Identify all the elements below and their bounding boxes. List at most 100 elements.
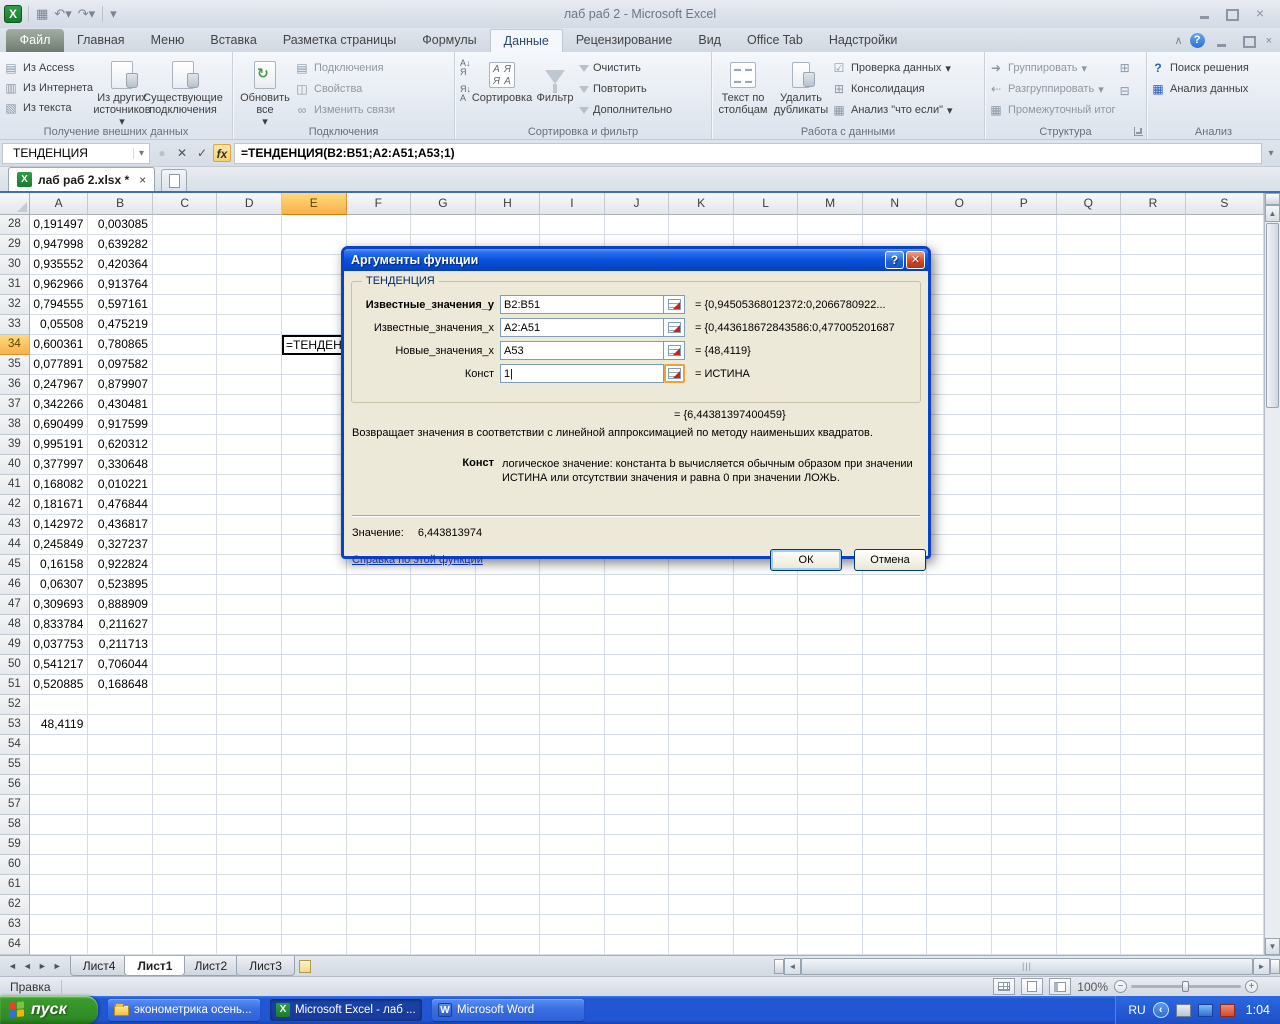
column-header-J[interactable]: J	[604, 193, 670, 215]
cell-A57[interactable]	[29, 795, 89, 815]
cell-B53[interactable]	[88, 715, 153, 735]
cell-D55[interactable]	[217, 755, 283, 775]
tab-file[interactable]: Файл	[6, 29, 64, 52]
cell-O52[interactable]	[927, 695, 993, 715]
document-tab-active[interactable]: X лаб раб 2.xlsx * ×	[8, 167, 156, 191]
cell-P58[interactable]	[992, 815, 1057, 835]
cell-C38[interactable]	[152, 415, 218, 435]
cell-C46[interactable]	[152, 575, 218, 595]
cell-F61[interactable]	[346, 875, 412, 895]
cell-O59[interactable]	[927, 835, 993, 855]
arg-input-const[interactable]	[500, 364, 664, 383]
cell-E61[interactable]	[282, 875, 347, 895]
cell-D52[interactable]	[217, 695, 283, 715]
updates-tray-icon[interactable]	[1219, 1003, 1235, 1017]
cell-A61[interactable]	[29, 875, 89, 895]
cell-C60[interactable]	[152, 855, 218, 875]
confirm-entry-icon[interactable]: ✓	[193, 144, 211, 162]
cell-R61[interactable]	[1121, 875, 1186, 895]
cell-P41[interactable]	[992, 475, 1057, 495]
cell-Q61[interactable]	[1056, 875, 1122, 895]
cell-S36[interactable]	[1185, 375, 1264, 395]
cell-L63[interactable]	[733, 915, 799, 935]
cell-G46[interactable]	[411, 575, 476, 595]
column-header-I[interactable]: I	[540, 193, 605, 215]
row-header-35[interactable]: 35	[0, 355, 30, 375]
cell-C39[interactable]	[152, 435, 218, 455]
cell-N47[interactable]	[862, 595, 928, 615]
cell-E42[interactable]	[282, 495, 347, 515]
cell-O63[interactable]	[927, 915, 993, 935]
scroll-right-icon[interactable]: ►	[1253, 957, 1270, 975]
cell-S51[interactable]	[1185, 675, 1264, 695]
cell-M46[interactable]	[798, 575, 863, 595]
cell-G57[interactable]	[411, 795, 476, 815]
cell-M47[interactable]	[798, 595, 863, 615]
cell-E51[interactable]	[282, 675, 347, 695]
cell-E54[interactable]	[282, 735, 347, 755]
cell-H61[interactable]	[475, 875, 541, 895]
cell-S52[interactable]	[1185, 695, 1264, 715]
cell-R46[interactable]	[1121, 575, 1186, 595]
cell-D47[interactable]	[217, 595, 283, 615]
cell-S32[interactable]	[1185, 295, 1264, 315]
cell-E56[interactable]	[282, 775, 347, 795]
cell-D51[interactable]	[217, 675, 283, 695]
cell-O28[interactable]	[927, 215, 993, 235]
cell-R33[interactable]	[1121, 315, 1186, 335]
cell-I63[interactable]	[540, 915, 605, 935]
cell-A45[interactable]: 0,16158	[29, 555, 89, 575]
show-detail-icon[interactable]: ⊞	[1120, 61, 1130, 75]
cell-Q35[interactable]	[1056, 355, 1122, 375]
last-sheet-icon[interactable]: ►	[53, 961, 62, 971]
cell-R30[interactable]	[1121, 255, 1186, 275]
cell-A41[interactable]: 0,168082	[29, 475, 89, 495]
vertical-scrollbar[interactable]: ▲ ▼	[1264, 193, 1280, 955]
cell-B55[interactable]	[88, 755, 153, 775]
cell-B44[interactable]: 0,327237	[88, 535, 153, 555]
cell-P42[interactable]	[992, 495, 1057, 515]
cell-C33[interactable]	[152, 315, 218, 335]
cell-M49[interactable]	[798, 635, 863, 655]
cell-O42[interactable]	[927, 495, 993, 515]
row-header-34[interactable]: 34	[0, 335, 30, 355]
cell-K59[interactable]	[669, 835, 734, 855]
properties-button[interactable]: ◫ Свойства	[294, 80, 395, 98]
cell-S42[interactable]	[1185, 495, 1264, 515]
cell-S50[interactable]	[1185, 655, 1264, 675]
cell-S39[interactable]	[1185, 435, 1264, 455]
cell-Q52[interactable]	[1056, 695, 1122, 715]
cell-K53[interactable]	[669, 715, 734, 735]
cell-D54[interactable]	[217, 735, 283, 755]
cell-B37[interactable]: 0,430481	[88, 395, 153, 415]
cell-S33[interactable]	[1185, 315, 1264, 335]
cell-R31[interactable]	[1121, 275, 1186, 295]
cell-Q29[interactable]	[1056, 235, 1122, 255]
cell-N49[interactable]	[862, 635, 928, 655]
cell-B63[interactable]	[88, 915, 153, 935]
cell-D43[interactable]	[217, 515, 283, 535]
cell-S40[interactable]	[1185, 455, 1264, 475]
cell-P50[interactable]	[992, 655, 1057, 675]
cell-P38[interactable]	[992, 415, 1057, 435]
column-header-P[interactable]: P	[992, 193, 1057, 215]
cell-C34[interactable]	[152, 335, 218, 355]
cell-J60[interactable]	[604, 855, 670, 875]
cell-J53[interactable]	[604, 715, 670, 735]
column-header-S[interactable]: S	[1185, 193, 1264, 215]
cell-R36[interactable]	[1121, 375, 1186, 395]
cell-L62[interactable]	[733, 895, 799, 915]
cell-P43[interactable]	[992, 515, 1057, 535]
horizontal-split-handle-right[interactable]	[1270, 958, 1280, 974]
cell-L55[interactable]	[733, 755, 799, 775]
cell-I52[interactable]	[540, 695, 605, 715]
cell-O29[interactable]	[927, 235, 993, 255]
row-header-49[interactable]: 49	[0, 635, 30, 655]
cell-O33[interactable]	[927, 315, 993, 335]
row-header-41[interactable]: 41	[0, 475, 30, 495]
cell-C57[interactable]	[152, 795, 218, 815]
cell-J52[interactable]	[604, 695, 670, 715]
cell-N48[interactable]	[862, 615, 928, 635]
cell-A51[interactable]: 0,520885	[29, 675, 89, 695]
cell-M52[interactable]	[798, 695, 863, 715]
